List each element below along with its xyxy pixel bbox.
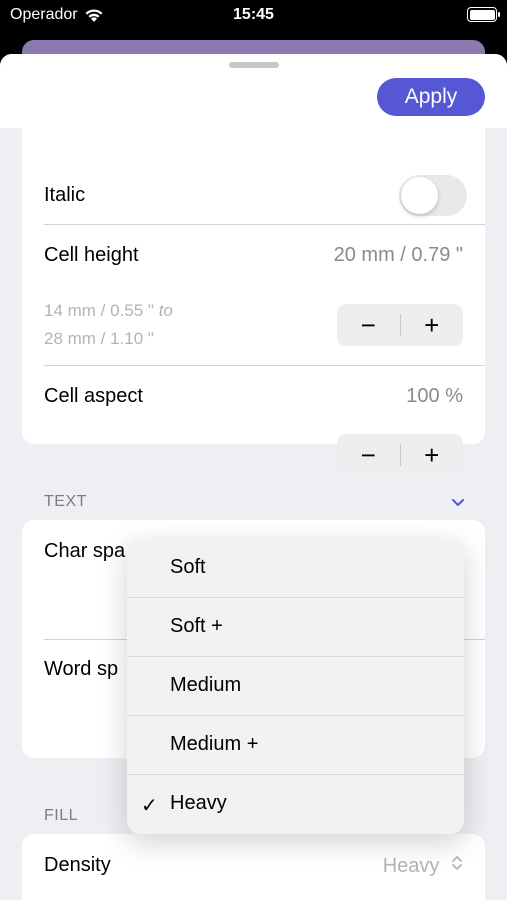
geometry-card: Italic Cell height 20 mm / 0.79 " 14 mm … (22, 94, 485, 476)
cell-aspect-value: 100 % (406, 385, 463, 407)
cell-height-value: 20 mm / 0.79 " (333, 244, 463, 266)
fill-card: Density Heavy (22, 834, 485, 900)
chevron-down-icon[interactable] (451, 496, 465, 510)
menu-item-label: Soft + (170, 615, 223, 637)
checkmark-icon: ✓ (141, 795, 158, 817)
range-from: 14 mm / 0.55 " (44, 301, 154, 320)
sheet-header: Apply (0, 54, 507, 128)
increment-button[interactable]: + (401, 434, 464, 476)
sheet-grabber[interactable] (229, 62, 279, 68)
italic-toggle[interactable] (399, 175, 467, 216)
fill-section-header: FILL (44, 807, 79, 824)
cell-aspect-stepper: − + (337, 434, 463, 476)
battery-icon (467, 7, 500, 22)
menu-item-heavy[interactable]: ✓ Heavy (127, 775, 464, 834)
toggle-knob (401, 177, 438, 214)
chevron-up-down-icon (452, 856, 462, 870)
density-value: Heavy (382, 855, 440, 877)
density-menu: Soft Soft + Medium Medium + ✓ Heavy (127, 539, 464, 834)
cell-height-label: Cell height (44, 244, 139, 266)
apply-button[interactable]: Apply (377, 78, 485, 116)
decrement-button[interactable]: − (337, 304, 400, 346)
menu-item-medium[interactable]: Medium (127, 657, 464, 716)
menu-item-label: Medium + (170, 733, 259, 755)
menu-item-label: Heavy (170, 792, 227, 814)
menu-item-medium-plus[interactable]: Medium + (127, 716, 464, 775)
cell-height-range: 14 mm / 0.55 " to 28 mm / 1.10 " (44, 297, 173, 353)
divider (44, 365, 485, 366)
char-spacing-label: Char spa (44, 540, 126, 562)
density-label: Density (44, 854, 111, 876)
increment-button[interactable]: + (401, 304, 464, 346)
cell-height-stepper: − + (337, 304, 463, 346)
divider (44, 224, 485, 225)
range-to-word: to (158, 301, 173, 320)
word-spacing-label: Word sp (44, 658, 119, 680)
menu-item-label: Soft (170, 556, 206, 578)
density-select[interactable]: Heavy (383, 854, 463, 878)
menu-item-label: Medium (170, 674, 242, 696)
italic-label: Italic (44, 184, 86, 206)
clock: 15:45 (233, 6, 274, 23)
range-to: 28 mm / 1.10 " (44, 329, 154, 348)
cell-aspect-label: Cell aspect (44, 385, 143, 407)
status-bar: Operador 15:45 (0, 0, 507, 40)
menu-item-soft[interactable]: Soft (127, 539, 464, 598)
decrement-button[interactable]: − (337, 434, 400, 476)
settings-sheet: Apply Italic Cell height 20 mm / 0.79 " … (0, 54, 507, 900)
text-section-header: TEXT (44, 493, 87, 510)
menu-item-soft-plus[interactable]: Soft + (127, 598, 464, 657)
